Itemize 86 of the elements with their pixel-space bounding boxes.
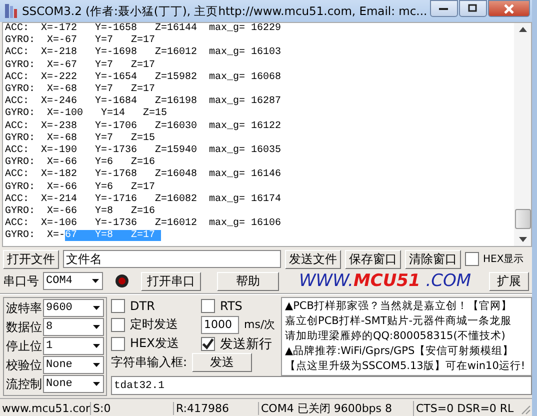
log-line: ACC: X=-246 Y=-1684 Z=16198 max_g= 16287 — [5, 96, 282, 108]
setting-select[interactable]: 8 — [43, 318, 104, 336]
minimize-icon — [439, 6, 449, 10]
status-text: CTS=0 DSR=0 RL — [415, 402, 515, 415]
close-icon — [503, 4, 515, 14]
log-line: ACC: X=-106 Y=-1736 Z=16012 max_g= 16106 — [5, 218, 282, 230]
ad-text: ▲PCB打样那家强？当然就是嘉立创！【官网】 — [285, 299, 513, 314]
website-link[interactable]: WWW.MCU51 .COM — [299, 271, 472, 291]
dropdown-arrow-icon — [93, 363, 100, 367]
input-label: 字符串输入框: — [111, 354, 188, 371]
open-file-button[interactable]: 打开文件 — [3, 250, 59, 268]
log-line: GYRO: X=-100 Y=14 Z=15 — [5, 108, 168, 121]
checkbox[interactable] — [201, 298, 215, 312]
setting-select[interactable]: None — [43, 356, 104, 374]
scroll-up-icon[interactable] — [518, 27, 526, 32]
app-icon — [4, 3, 18, 19]
dropdown-arrow-icon — [93, 306, 100, 310]
interval-field[interactable]: 1000 — [201, 316, 239, 334]
checkbox[interactable] — [465, 252, 479, 266]
setting-label: 校验位 — [6, 356, 42, 374]
dropdown-arrow-icon — [93, 382, 100, 386]
setting-select[interactable]: 1 — [43, 337, 104, 355]
log-line: ACC: X=-182 Y=-1768 Z=16048 max_g= 16146 — [5, 169, 282, 182]
help-button[interactable]: 帮助 — [217, 272, 279, 290]
checkbox[interactable] — [111, 318, 125, 332]
send-file-button[interactable]: 发送文件 — [285, 250, 341, 268]
status-light-icon — [115, 274, 129, 288]
log-line: ACC: X=-214 Y=-1716 Z=16082 max_g= 16174 — [5, 194, 282, 206]
log-line: GYRO: X=-66 Y=6 Z=16 — [5, 157, 156, 169]
status-text: COM4 已关闭 9600bps 8 — [259, 401, 414, 416]
log-line: GYRO: X=-66 Y=6 Z=17 — [5, 182, 156, 194]
open-port-button[interactable]: 打开串口 — [141, 272, 201, 290]
send-button[interactable]: 发送 — [192, 353, 252, 372]
port-label: 串口号 — [3, 272, 39, 290]
clear-window-button[interactable]: 清除窗口 — [405, 250, 461, 268]
setting-label: 停止位 — [6, 338, 42, 354]
log-line: GYRO: X=-67 Y=7 Z=17 — [5, 60, 156, 72]
scroll-down-icon[interactable] — [518, 237, 526, 242]
dropdown-arrow-icon — [93, 344, 100, 348]
setting-label: 流控制 — [6, 376, 42, 392]
save-window-button[interactable]: 保存窗口 — [345, 250, 401, 268]
window-title: SSCOM3.2 (作者:聂小猛(丁丁), 主页http://www.mcu51.com, Email: mc... — [22, 4, 426, 18]
log-line: GYRO: X=-68 Y=7 Z=15 — [5, 132, 156, 145]
port-select[interactable]: COM4 — [43, 272, 103, 290]
checkbox-label: RTS — [220, 298, 242, 312]
setting-label: 波特率 — [6, 300, 42, 316]
file-name-field[interactable]: 文件名 — [63, 250, 281, 268]
close-button[interactable] — [488, 0, 530, 17]
setting-label: 数据位 — [6, 318, 42, 336]
scroll-thumb[interactable] — [514, 209, 530, 229]
maximize-button[interactable] — [459, 0, 487, 17]
checkbox-label: 发送新行 — [220, 336, 272, 352]
checkbox-label: 定时发送 — [130, 316, 179, 333]
log-line: GYRO: X=-67 Y=8 Z=17 — [5, 230, 162, 243]
ad-text: 嘉立创PCB打样-SMT贴片-元器件商城一条龙服 — [285, 314, 513, 329]
log-line: ACC: X=-190 Y=-1736 Z=15940 max_g= 16035 — [5, 145, 282, 157]
ad-text: ▲品牌推荐:WiFi/Gprs/GPS【安信可射频模组】 — [285, 344, 515, 359]
status-text: S:0 — [91, 402, 174, 415]
checkbox-label: HEX发送 — [130, 335, 180, 352]
dropdown-arrow-icon — [92, 279, 99, 283]
resize-grip-icon[interactable] — [519, 402, 531, 414]
ad-text: 请加助理梁雁婷的QQ:800058315(不懂技术) — [285, 329, 506, 344]
checkbox-label: DTR — [130, 298, 156, 312]
log-line: GYRO: X=-68 Y=7 Z=17 — [5, 84, 156, 96]
log-line: ACC: X=-222 Y=-1654 Z=15982 max_g= 16068 — [5, 72, 282, 84]
setting-select[interactable]: 9600 — [43, 299, 104, 317]
ad-text: 【点这里升级为SSCOM5.13版】可在win10运行! — [285, 359, 526, 374]
expand-button[interactable]: 扩展 — [489, 272, 529, 290]
minimize-button[interactable] — [430, 0, 458, 17]
checkbox[interactable] — [201, 336, 215, 350]
input-field[interactable]: tdat32.1 — [111, 376, 532, 395]
setting-select[interactable]: None — [43, 375, 104, 393]
maximize-icon — [468, 4, 478, 13]
checkbox[interactable] — [111, 336, 125, 350]
scrollbar[interactable] — [514, 23, 531, 246]
checkbox-label: HEX显示 — [483, 253, 524, 266]
log-line: ACC: X=-238 Y=-1706 Z=16030 max_g= 16122 — [5, 120, 282, 133]
status-text: www.mcu51.cor — [0, 402, 91, 415]
dropdown-arrow-icon — [93, 325, 100, 329]
checkbox[interactable] — [111, 298, 125, 312]
unit-label: ms/次 — [244, 317, 276, 332]
log-line: GYRO: X=-67 Y=7 Z=17 — [5, 35, 156, 47]
status-text: R:417986 — [174, 402, 259, 415]
log-line: GYRO: X=-66 Y=8 Z=16 — [5, 206, 156, 218]
log-line: ACC: X=-218 Y=-1698 Z=16012 max_g= 16103 — [5, 47, 282, 60]
log-line: ACC: X=-172 Y=-1658 Z=16144 max_g= 16229 — [5, 23, 282, 35]
